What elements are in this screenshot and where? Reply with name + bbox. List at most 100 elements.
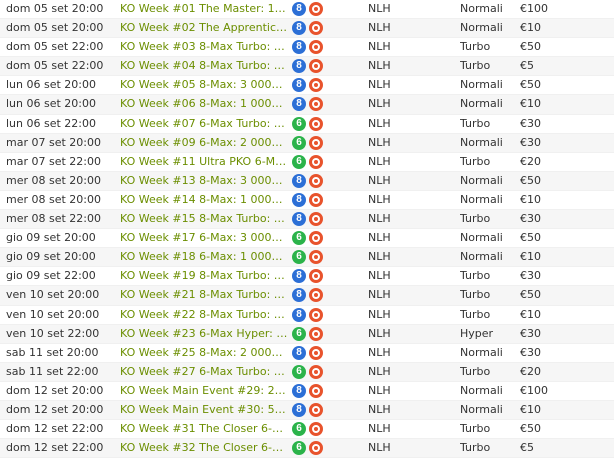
tournament-name-link[interactable]: KO Week #17 6-Max: 3 000€ Gtd e 1... bbox=[120, 229, 288, 247]
tournament-date: dom 12 set 20:00 bbox=[6, 383, 104, 397]
table-row[interactable]: dom 05 set 22:00 KO Week #03 8-Max Turbo:… bbox=[0, 38, 614, 58]
tournament-name-link[interactable]: KO Week #09 6-Max: 2 000€ Gtd e 1... bbox=[120, 134, 288, 152]
bullseye-icon bbox=[309, 441, 323, 456]
buy-in: €10 bbox=[520, 97, 541, 111]
tournament-name-link[interactable]: KO Week #07 6-Max Turbo: 1 500€ Gtd bbox=[120, 115, 288, 133]
tournament-badges: 6 bbox=[290, 231, 326, 246]
tournament-date: ven 10 set 20:00 bbox=[6, 288, 100, 302]
table-row[interactable]: mer 08 set 22:00 KO Week #15 8-Max Turbo:… bbox=[0, 210, 614, 230]
bullseye-icon bbox=[309, 135, 323, 150]
bullseye-icon bbox=[309, 59, 323, 74]
table-row[interactable]: lun 06 set 22:00 KO Week #07 6-Max Turbo:… bbox=[0, 115, 614, 134]
table-row[interactable]: dom 12 set 20:00 KO Week Main Event #30: … bbox=[0, 400, 614, 421]
tournament-badges: 6 bbox=[290, 422, 326, 437]
table-row[interactable]: ven 10 set 22:00 KO Week #23 6-Max Hyper:… bbox=[0, 324, 614, 344]
game-type: NLH bbox=[368, 135, 391, 149]
tournament-name-link[interactable]: KO Week #21 8-Max Turbo: 3 000€ Gt... bbox=[120, 286, 288, 304]
tournament-name-link[interactable]: KO Week #27 6-Max Turbo: 1 000€ Gtd bbox=[120, 363, 288, 381]
table-row[interactable]: dom 12 set 20:00 KO Week Main Event #29: … bbox=[0, 382, 614, 401]
game-type: NLH bbox=[368, 192, 391, 206]
speed-type: Normali bbox=[460, 250, 503, 264]
speed-type: Normali bbox=[460, 231, 503, 245]
table-row[interactable]: lun 06 set 20:00 KO Week #06 8-Max: 1 000… bbox=[0, 95, 614, 115]
game-type: NLH bbox=[368, 59, 391, 73]
table-row[interactable]: mer 08 set 20:00 KO Week #13 8-Max: 3 000… bbox=[0, 171, 614, 191]
max-players-badge: 8 bbox=[292, 59, 306, 74]
tournament-badges: 8 bbox=[290, 173, 326, 188]
tournament-date: sab 11 set 20:00 bbox=[6, 345, 99, 359]
tournament-date: lun 06 set 20:00 bbox=[6, 97, 96, 111]
table-row[interactable]: dom 12 set 22:00 KO Week #32 The Closer 6… bbox=[0, 439, 614, 458]
tournament-date: lun 06 set 20:00 bbox=[6, 78, 96, 92]
table-row[interactable]: ven 10 set 20:00 KO Week #22 8-Max Turbo:… bbox=[0, 306, 614, 325]
table-row[interactable]: dom 05 set 22:00 KO Week #04 8-Max Turbo:… bbox=[0, 57, 614, 77]
tournament-name-link[interactable]: KO Week #02 The Apprentice: 2 000€... bbox=[120, 19, 288, 37]
tournament-name-link[interactable]: KO Week #05 8-Max: 3 000€ Gtd e 1... bbox=[120, 76, 288, 94]
speed-type: Turbo bbox=[460, 288, 491, 302]
tournament-name-link[interactable]: KO Week Main Event #29: 25 000€ Gt... bbox=[120, 382, 288, 400]
tournament-name-link[interactable]: KO Week #22 8-Max Turbo: 1 000€ Gtd bbox=[120, 306, 288, 324]
table-row[interactable]: dom 05 set 20:00 KO Week #02 The Apprenti… bbox=[0, 19, 614, 39]
buy-in: €10 bbox=[520, 250, 541, 264]
bullseye-icon bbox=[309, 231, 323, 246]
tournament-name-link[interactable]: KO Week #15 8-Max Turbo: 1 500€ Gtd bbox=[120, 210, 288, 228]
table-row[interactable]: gio 09 set 20:00 KO Week #18 6-Max: 1 000… bbox=[0, 248, 614, 268]
table-row[interactable]: sab 11 set 20:00 KO Week #25 8-Max: 2 000… bbox=[0, 344, 614, 363]
table-row[interactable]: mer 08 set 20:00 KO Week #14 8-Max: 1 000… bbox=[0, 191, 614, 211]
max-players-badge: 8 bbox=[292, 402, 306, 417]
speed-type: Hyper bbox=[460, 326, 494, 340]
tournament-name-link[interactable]: KO Week #23 6-Max Hyper: 1 500€ Gtd bbox=[120, 325, 288, 343]
speed-type: Normali bbox=[460, 345, 503, 359]
table-row[interactable]: dom 05 set 20:00 KO Week #01 The Master: … bbox=[0, 0, 614, 20]
tournament-name-link[interactable]: KO Week #13 8-Max: 3 000€ Gtd e 1... bbox=[120, 172, 288, 190]
table-row[interactable]: sab 11 set 22:00 KO Week #27 6-Max Turbo:… bbox=[0, 362, 614, 382]
speed-type: Normali bbox=[460, 173, 503, 187]
speed-type: Turbo bbox=[460, 59, 491, 73]
tournament-name-link[interactable]: KO Week #32 The Closer 6-Max Turbo... bbox=[120, 439, 288, 457]
tournament-date: ven 10 set 22:00 bbox=[6, 326, 100, 340]
speed-type: Turbo bbox=[460, 364, 491, 378]
tournament-name-link[interactable]: KO Week #01 The Master: 10 000€ G... bbox=[120, 0, 288, 18]
speed-type: Turbo bbox=[460, 307, 491, 321]
tournament-date: mar 07 set 22:00 bbox=[6, 154, 101, 168]
speed-type: Normali bbox=[460, 78, 503, 92]
tournament-date: gio 09 set 22:00 bbox=[6, 269, 96, 283]
tournament-badges: 8 bbox=[290, 212, 326, 227]
buy-in: €30 bbox=[520, 326, 541, 340]
game-type: NLH bbox=[368, 2, 391, 15]
tournament-name-link[interactable]: KO Week #31 The Closer 6-Max Turbo... bbox=[120, 420, 288, 438]
tournament-name-link[interactable]: KO Week #19 8-Max Turbo: 1 500€ Gtd bbox=[120, 267, 288, 285]
tournament-name-link[interactable]: KO Week #06 8-Max: 1 000€ Gtd bbox=[120, 95, 288, 113]
tournament-name-link[interactable]: KO Week #04 8-Max Turbo: 500€ Gtd bbox=[120, 57, 288, 75]
tournament-name-link[interactable]: KO Week #25 8-Max: 2 000€ Gtd e 1... bbox=[120, 344, 288, 362]
bullseye-icon bbox=[309, 364, 323, 379]
table-row[interactable]: ven 10 set 20:00 KO Week #21 8-Max Turbo:… bbox=[0, 286, 614, 306]
table-row[interactable]: lun 06 set 20:00 KO Week #05 8-Max: 3 000… bbox=[0, 76, 614, 96]
tournament-name-link[interactable]: KO Week #14 8-Max: 1 000€ Gtd bbox=[120, 191, 288, 209]
tournament-badges: 6 bbox=[290, 250, 326, 265]
buy-in: €50 bbox=[520, 288, 541, 302]
tournament-name-link[interactable]: KO Week #03 8-Max Turbo: 3 000€ Gtd bbox=[120, 38, 288, 56]
max-players-badge: 8 bbox=[292, 192, 306, 207]
tournament-name-link[interactable]: KO Week #11 Ultra PKO 6-Max Turbo:... bbox=[120, 153, 288, 171]
game-type: NLH bbox=[368, 97, 391, 111]
tournament-date: mer 08 set 20:00 bbox=[6, 192, 102, 206]
tournament-badges: 8 bbox=[290, 2, 326, 16]
speed-type: Normali bbox=[460, 97, 503, 111]
tournament-name-link[interactable]: KO Week #18 6-Max: 1 000€ Gtd bbox=[120, 248, 288, 266]
max-players-badge: 8 bbox=[292, 345, 306, 360]
table-row[interactable]: mar 07 set 22:00 KO Week #11 Ultra PKO 6-… bbox=[0, 153, 614, 172]
buy-in: €30 bbox=[520, 212, 541, 226]
game-type: NLH bbox=[368, 78, 391, 92]
buy-in: €100 bbox=[520, 2, 548, 15]
table-row[interactable]: gio 09 set 22:00 KO Week #19 8-Max Turbo:… bbox=[0, 267, 614, 287]
tournament-badges: 8 bbox=[290, 383, 326, 398]
game-type: NLH bbox=[368, 288, 391, 302]
tournament-name-link[interactable]: KO Week Main Event #30: 5 000€ Gtd bbox=[120, 401, 288, 419]
bullseye-icon bbox=[309, 422, 323, 437]
table-row[interactable]: mar 07 set 20:00 KO Week #09 6-Max: 2 000… bbox=[0, 133, 614, 153]
tournament-badges: 8 bbox=[290, 269, 326, 284]
table-row[interactable]: gio 09 set 20:00 KO Week #17 6-Max: 3 000… bbox=[0, 229, 614, 249]
tournament-date: mer 08 set 22:00 bbox=[6, 212, 102, 226]
tournament-date: dom 05 set 20:00 bbox=[6, 2, 104, 15]
